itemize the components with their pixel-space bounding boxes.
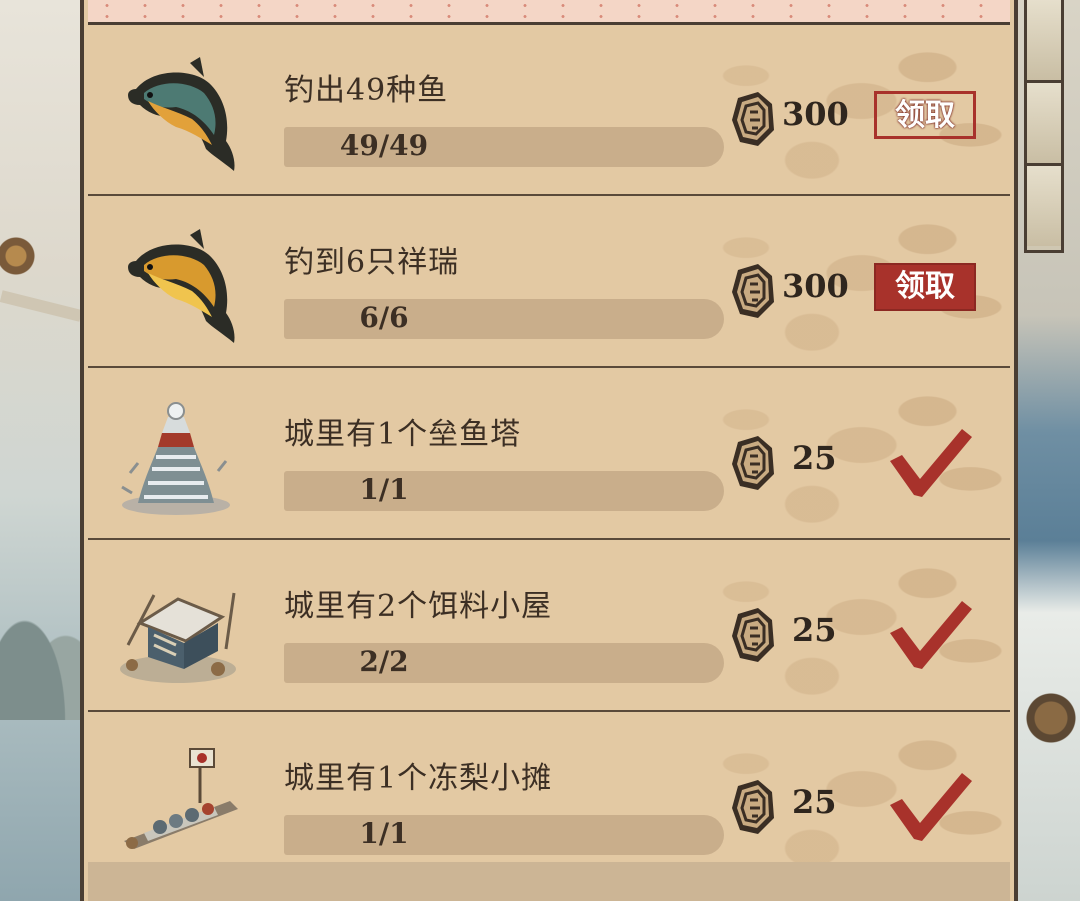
background-house (0, 232, 40, 292)
task-panel: 钓出49种鱼 49/49 300 领取 钓到6只祥瑞 6/6 300 领取 城里… (80, 0, 1018, 901)
side-menu-fragment (1024, 0, 1064, 253)
task-row: 城里有1个冻梨小摊 1/1 25 (88, 713, 1010, 884)
copper-coin-icon (732, 608, 774, 662)
background-scenery-left (0, 0, 82, 901)
reward-amount: 300 (782, 267, 849, 305)
task-title: 城里有1个垒鱼塔 (284, 417, 522, 452)
red-checkmark-icon (890, 601, 972, 669)
task-row: 城里有2个饵料小屋 2/2 25 (88, 541, 1010, 712)
claim-button[interactable]: 领取 (874, 91, 976, 139)
bait-hut-icon (120, 592, 236, 683)
task-row: 钓出49种鱼 49/49 300 领取 (88, 25, 1010, 196)
task-title: 钓出49种鱼 (284, 73, 449, 108)
task-title: 城里有1个冻梨小摊 (284, 761, 553, 796)
progress-text: 2/2 (359, 645, 409, 678)
progress-text: 6/6 (359, 301, 409, 334)
panel-footer (88, 862, 1010, 901)
copper-coin-icon (732, 436, 774, 490)
reward-amount: 25 (792, 783, 837, 821)
background-house-right (1026, 690, 1076, 760)
task-title: 城里有2个饵料小屋 (284, 589, 553, 624)
task-row: 钓到6只祥瑞 6/6 300 领取 (88, 197, 1010, 368)
carp-fish-icon (128, 57, 235, 171)
golden-fish-icon (128, 229, 235, 343)
background-mountain (0, 580, 82, 720)
red-checkmark-icon (890, 429, 972, 497)
task-title: 钓到6只祥瑞 (284, 245, 460, 280)
frozen-pear-stall-icon (124, 748, 238, 849)
copper-coin-icon (732, 780, 774, 834)
reward-amount: 25 (792, 439, 837, 477)
reward-amount: 300 (782, 95, 849, 133)
reward-amount: 25 (792, 611, 837, 649)
claim-button[interactable]: 领取 (874, 263, 976, 311)
copper-coin-icon (732, 92, 774, 146)
copper-coin-icon (732, 264, 774, 318)
fish-tower-icon (121, 402, 230, 515)
task-row: 城里有1个垒鱼塔 1/1 25 (88, 369, 1010, 540)
panel-top-decoration (88, 0, 1010, 22)
progress-text: 49/49 (339, 129, 429, 162)
progress-text: 1/1 (359, 473, 409, 506)
red-checkmark-icon (890, 773, 972, 841)
progress-text: 1/1 (359, 817, 409, 850)
